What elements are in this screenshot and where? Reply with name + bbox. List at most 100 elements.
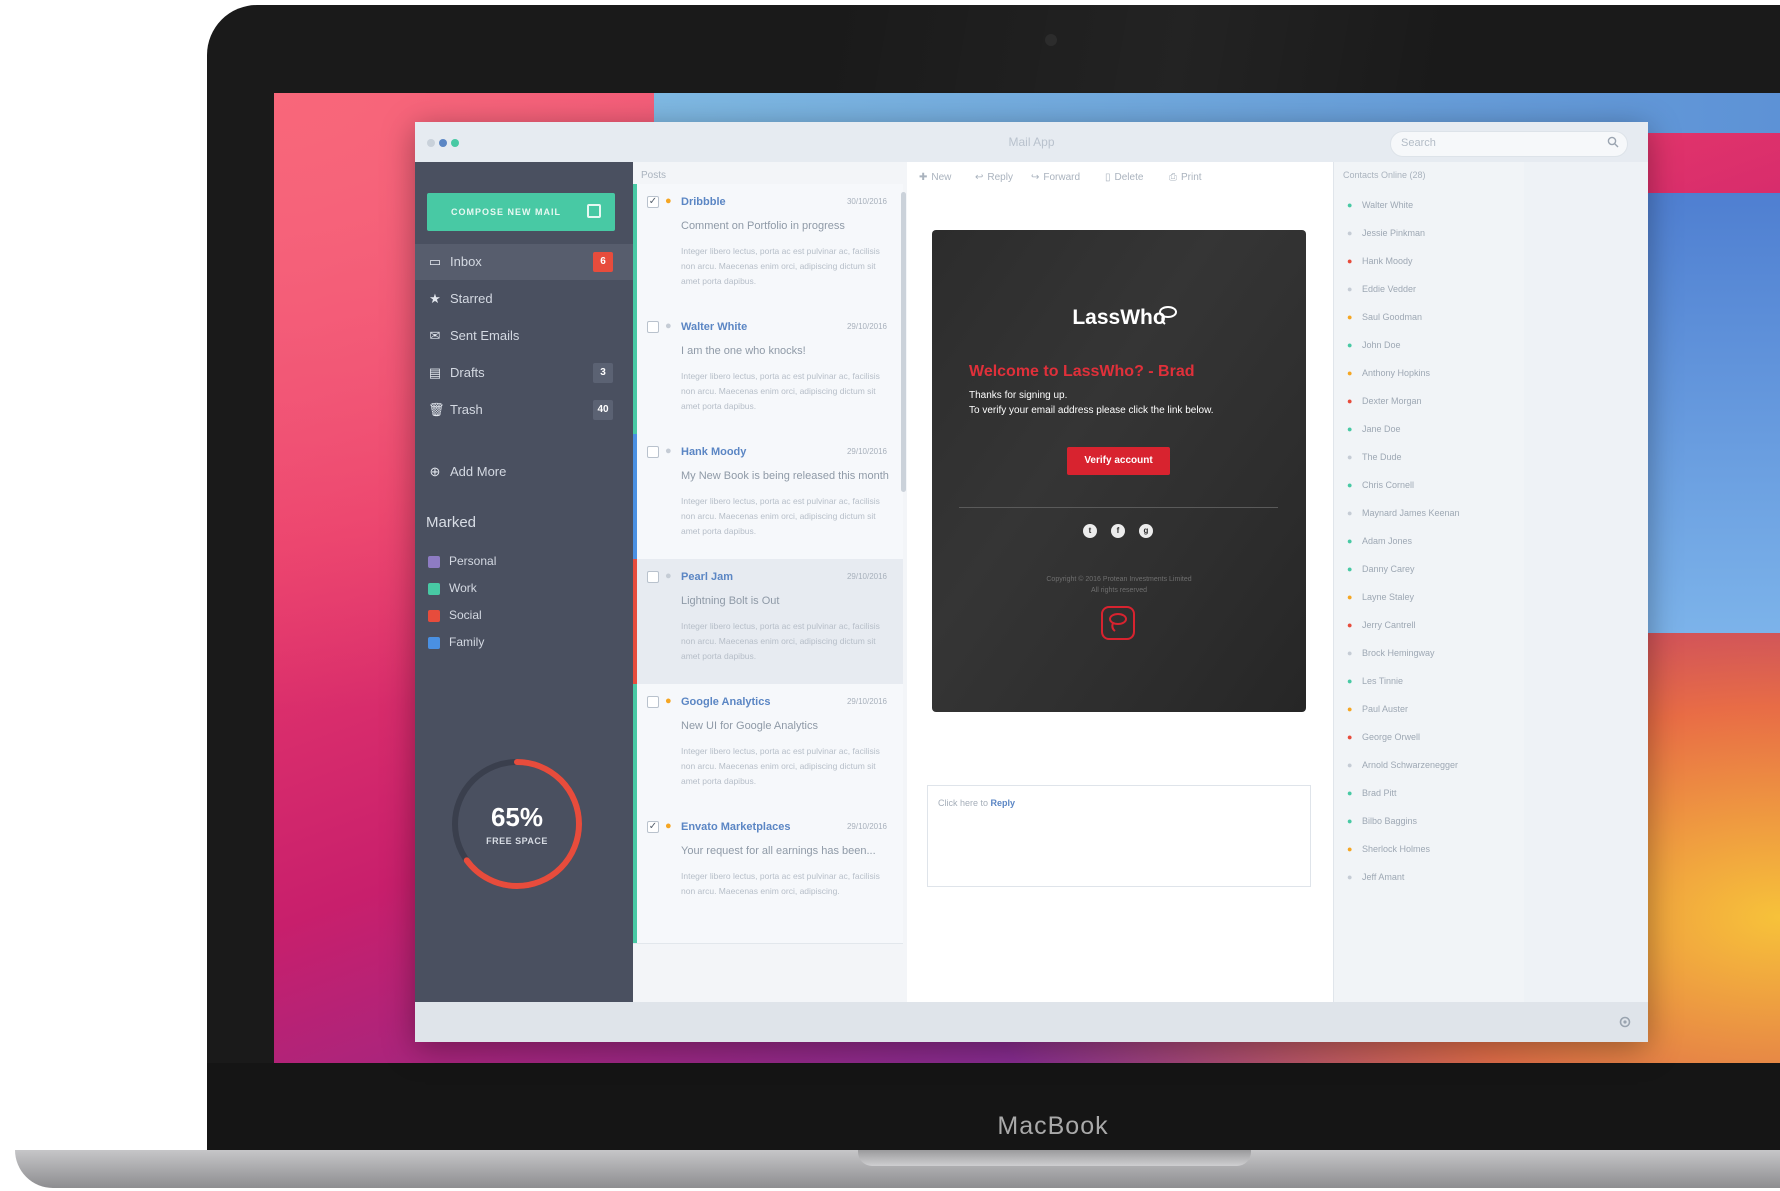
star-icon[interactable]: ● <box>665 195 672 207</box>
contact-item[interactable]: ● Anthony Hopkins <box>1334 360 1525 388</box>
status-dot-icon: ● <box>1347 760 1353 770</box>
contact-item[interactable]: ● Adam Jones <box>1334 528 1525 556</box>
contacts-header: Contacts Online (28) <box>1343 170 1426 180</box>
mail-checkbox[interactable] <box>647 571 659 583</box>
mail-item[interactable]: ● Walter White 29/10/2016 I am the one w… <box>633 309 903 444</box>
status-dot-icon: ● <box>1347 620 1353 630</box>
sidebar-item-label: Drafts <box>450 365 485 380</box>
mail-checkbox[interactable]: ✓ <box>647 196 659 208</box>
contact-item[interactable]: ● Saul Goodman <box>1334 304 1525 332</box>
reply-textarea[interactable]: Click here to Reply <box>927 785 1311 887</box>
star-icon[interactable]: ● <box>665 820 672 832</box>
contact-item[interactable]: ● Arnold Schwarzenegger <box>1334 752 1525 780</box>
contact-item[interactable]: ● Danny Carey <box>1334 556 1525 584</box>
contact-item[interactable]: ● The Dude <box>1334 444 1525 472</box>
facebook-icon[interactable]: f <box>1111 524 1125 538</box>
plus-icon: ✚ <box>919 172 928 183</box>
contact-item[interactable]: ● Brad Pitt <box>1334 780 1525 808</box>
mail-item[interactable]: ● Hank Moody 29/10/2016 My New Book is b… <box>633 434 903 569</box>
wallpaper-band-right <box>1640 193 1780 633</box>
contact-item[interactable]: ● Jessie Pinkman <box>1334 220 1525 248</box>
mail-subject: I am the one who knocks! <box>681 345 806 357</box>
contact-item[interactable]: ● George Orwell <box>1334 724 1525 752</box>
contact-item[interactable]: ● Chris Cornell <box>1334 472 1525 500</box>
contact-name: Eddie Vedder <box>1362 284 1417 294</box>
contact-name: Adam Jones <box>1362 536 1413 546</box>
sidebar-item-starred[interactable]: ★ Starred <box>415 281 633 317</box>
contact-item[interactable]: ● Layne Staley <box>1334 584 1525 612</box>
reader-toolbar: ✚ New ↩ Reply ↪ Forward ▯ Delete ⎙ Print <box>907 162 1333 192</box>
compose-icon <box>587 204 601 218</box>
plus-circle-icon: ⊕ <box>429 464 441 479</box>
reply-link[interactable]: Reply <box>991 798 1016 808</box>
mail-excerpt: Integer libero lectus, porta ac est pulv… <box>681 746 880 786</box>
sidebar-item-label: Trash <box>450 402 483 417</box>
reply-label: Reply <box>987 172 1013 183</box>
mail-list-scrollbar[interactable] <box>901 192 906 492</box>
contact-item[interactable]: ● Walter White <box>1334 192 1525 220</box>
mail-checkbox[interactable] <box>647 321 659 333</box>
contact-item[interactable]: ● Bilbo Baggins <box>1334 808 1525 836</box>
marked-title: Marked <box>426 514 477 531</box>
verify-account-button[interactable]: Verify account <box>1067 447 1170 475</box>
trash-badge: 40 <box>593 400 613 420</box>
mail-checkbox[interactable] <box>647 696 659 708</box>
mail-from: Walter White <box>681 321 748 333</box>
delete-button[interactable]: ▯ Delete <box>1105 172 1143 183</box>
titlebar: Mail App Search <box>415 122 1648 163</box>
contact-item[interactable]: ● Jeff Amant <box>1334 864 1525 892</box>
mail-checkbox[interactable] <box>647 446 659 458</box>
star-icon[interactable]: ● <box>665 320 672 332</box>
mail-excerpt: Integer libero lectus, porta ac est pulv… <box>681 621 880 661</box>
contact-name: Hank Moody <box>1362 256 1413 266</box>
forward-label: Forward <box>1043 172 1081 183</box>
contact-name: Dexter Morgan <box>1362 396 1422 406</box>
status-dot-icon: ● <box>1347 788 1353 798</box>
contact-item[interactable]: ● Les Tinnie <box>1334 668 1525 696</box>
contact-name: Paul Auster <box>1362 704 1409 714</box>
mail-item[interactable]: ● Google Analytics 29/10/2016 New UI for… <box>633 684 903 819</box>
contact-item[interactable]: ● Maynard James Keenan <box>1334 500 1525 528</box>
sidebar-item-drafts[interactable]: ▤ Drafts 3 <box>415 355 633 391</box>
mail-checkbox[interactable]: ✓ <box>647 821 659 833</box>
mail-from: Pearl Jam <box>681 571 733 583</box>
mail-item[interactable]: ✓ ● Dribbble 30/10/2016 Comment on Portf… <box>633 184 903 319</box>
mail-item[interactable]: ✓ ● Envato Marketplaces 29/10/2016 Your … <box>633 809 903 944</box>
mail-list: Posts ✓ ● Dribbble 30/10/2016 Comment on… <box>633 162 908 1002</box>
print-button[interactable]: ⎙ Print <box>1169 172 1202 183</box>
star-icon[interactable]: ● <box>665 695 672 707</box>
twitter-icon[interactable]: t <box>1083 524 1097 538</box>
contact-name: John Doe <box>1362 340 1401 350</box>
contact-item[interactable]: ● John Doe <box>1334 332 1525 360</box>
reply-button[interactable]: ↩ Reply <box>975 172 1013 183</box>
star-icon[interactable]: ● <box>665 445 672 457</box>
mail-subject: Your request for all earnings has been..… <box>681 845 876 857</box>
forward-button[interactable]: ↪ Forward <box>1031 172 1080 183</box>
contact-name: Anthony Hopkins <box>1362 368 1431 378</box>
contact-item[interactable]: ● Dexter Morgan <box>1334 388 1525 416</box>
laptop-hinge <box>858 1150 1251 1166</box>
star-icon[interactable]: ● <box>665 570 672 582</box>
gear-icon[interactable] <box>1618 1015 1632 1029</box>
contact-name: Brad Pitt <box>1362 788 1397 798</box>
contact-item[interactable]: ● Brock Hemingway <box>1334 640 1525 668</box>
add-more-button[interactable]: ⊕ Add More <box>415 454 633 490</box>
sidebar-item-sent[interactable]: ✉ Sent Emails <box>415 318 633 354</box>
sidebar-item-trash[interactable]: 🗑 Trash 40 <box>415 392 633 428</box>
contact-item[interactable]: ● Paul Auster <box>1334 696 1525 724</box>
search-input[interactable]: Search <box>1390 131 1628 157</box>
new-button[interactable]: ✚ New <box>919 172 951 183</box>
contact-item[interactable]: ● Jerry Cantrell <box>1334 612 1525 640</box>
contact-name: Jerry Cantrell <box>1362 620 1416 630</box>
contact-item[interactable]: ● Eddie Vedder <box>1334 276 1525 304</box>
mail-date: 29/10/2016 <box>846 697 887 706</box>
email-copyright: Copyright © 2016 Protean Investments Lim… <box>932 574 1306 596</box>
contact-item[interactable]: ● Sherlock Holmes <box>1334 836 1525 864</box>
mail-item-selected[interactable]: ● Pearl Jam 29/10/2016 Lightning Bolt is… <box>633 559 903 694</box>
mail-app-window: Mail App Search COMPOSE NEW MAIL ▭ Inbox… <box>415 122 1648 1042</box>
contact-item[interactable]: ● Jane Doe <box>1334 416 1525 444</box>
contact-item[interactable]: ● Hank Moody <box>1334 248 1525 276</box>
compose-button[interactable]: COMPOSE NEW MAIL <box>427 193 615 231</box>
sidebar-item-inbox[interactable]: ▭ Inbox 6 <box>415 244 633 280</box>
google-icon[interactable]: g <box>1139 524 1153 538</box>
